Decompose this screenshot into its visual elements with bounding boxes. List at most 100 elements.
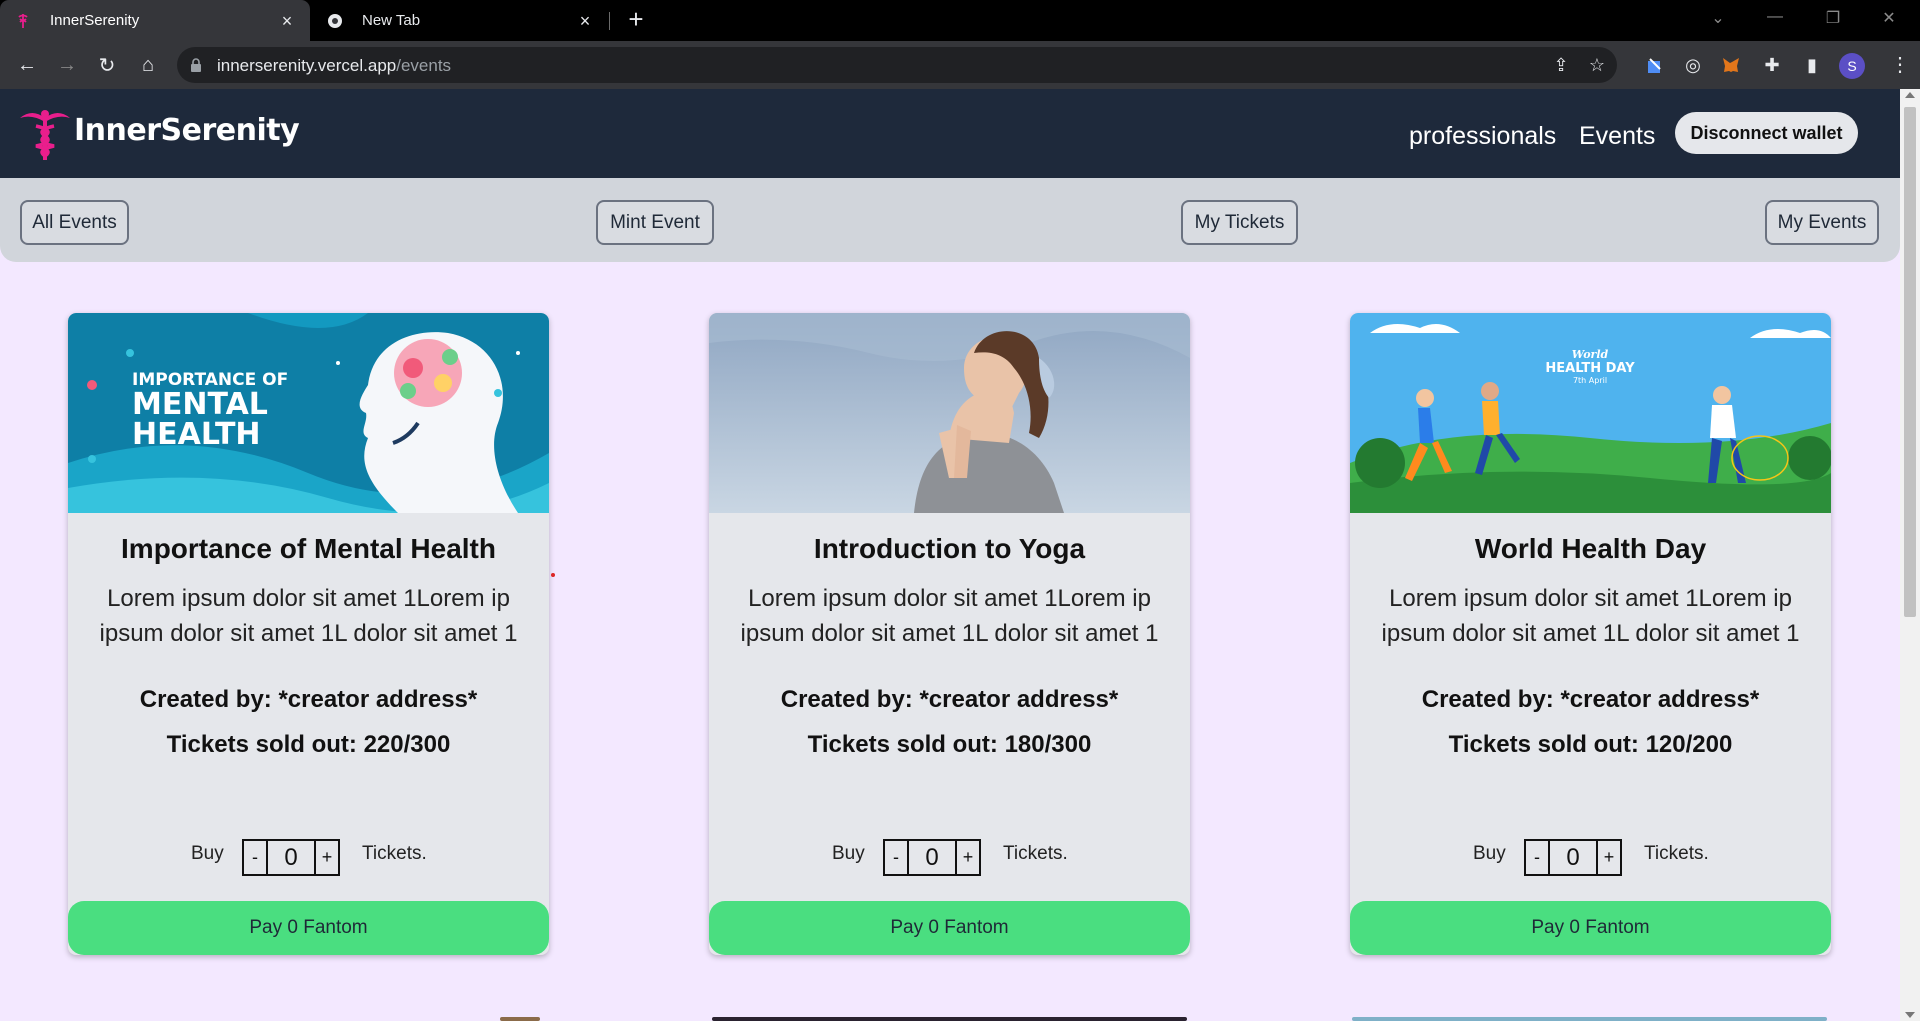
event-card: Introduction to Yoga Lorem ipsum dolor s… <box>709 313 1190 955</box>
reload-icon[interactable]: ↻ <box>95 53 119 77</box>
tickets-sold: Tickets sold out: 120/200 <box>1448 731 1733 758</box>
event-description-line: Lorem ipsum dolor sit amet 1Lorem ip <box>748 585 1151 612</box>
my-tickets-button[interactable]: My Tickets <box>1181 200 1298 245</box>
buy-label: Buy <box>1473 843 1506 864</box>
quantity-stepper: - 0 + <box>883 839 981 876</box>
share-icon[interactable]: ⇪ <box>1551 55 1571 75</box>
restore-icon[interactable]: ❐ <box>1822 8 1844 30</box>
pay-button[interactable]: Pay 0 Fantom <box>709 901 1190 955</box>
next-card-edge <box>712 1017 1187 1021</box>
profile-avatar[interactable]: S <box>1839 53 1865 79</box>
event-card: World HEALTH DAY 7th April World Health … <box>1350 313 1831 955</box>
scroll-thumb[interactable] <box>1904 107 1916 617</box>
close-tab-icon[interactable]: × <box>576 12 594 30</box>
event-description-line: ipsum dolor sit amet 1L dolor sit amet 1 <box>740 620 1159 647</box>
increment-button[interactable]: + <box>1596 841 1620 874</box>
tab-title: New Tab <box>362 12 421 29</box>
image-text-line3: HEALTH <box>132 417 261 452</box>
event-image-yoga <box>709 313 1190 513</box>
event-description-line: ipsum dolor sit amet 1L dolor sit amet 1 <box>1381 620 1800 647</box>
nav-link-events[interactable]: Events <box>1579 122 1655 151</box>
close-window-icon[interactable]: ✕ <box>1878 8 1900 30</box>
new-tab-icon[interactable]: + <box>624 6 648 32</box>
event-title: Introduction to Yoga <box>813 533 1086 564</box>
event-title: World Health Day <box>1474 533 1707 564</box>
events-subnav: All Events Mint Event My Tickets My Even… <box>0 178 1900 262</box>
url-text: innerserenity.vercel.app/events <box>217 56 451 76</box>
metamask-fox-icon[interactable] <box>1719 53 1743 77</box>
tickets-sold: Tickets sold out: 220/300 <box>166 731 451 758</box>
tab-title: InnerSerenity <box>50 12 140 29</box>
event-creator: Created by: *creator address* <box>139 686 478 713</box>
buy-label: Buy <box>191 843 224 864</box>
site-navbar: InnerSerenity professionals Events Disco… <box>0 89 1900 178</box>
my-events-button[interactable]: My Events <box>1765 200 1879 245</box>
url-path: /events <box>396 56 452 75</box>
mint-event-button[interactable]: Mint Event <box>596 200 714 245</box>
buy-row: Buy - 0 + Tickets. <box>68 835 549 876</box>
browser-toolbar: ← → ↻ ⌂ innerserenity.vercel.app/events … <box>0 41 1920 89</box>
browser-menu-icon[interactable]: ⋮ <box>1890 53 1910 77</box>
disconnect-wallet-button[interactable]: Disconnect wallet <box>1675 112 1858 154</box>
increment-button[interactable]: + <box>955 841 979 874</box>
decrement-button[interactable]: - <box>885 841 909 874</box>
url-host: innerserenity.vercel.app <box>217 56 397 75</box>
image-text-line2: HEALTH DAY <box>1545 361 1635 376</box>
target-extension-icon[interactable]: ◎ <box>1681 53 1705 77</box>
tickets-label: Tickets. <box>1644 843 1709 864</box>
all-events-button[interactable]: All Events <box>20 200 129 245</box>
bookmark-star-icon[interactable]: ☆ <box>1587 55 1607 75</box>
tab-new-tab[interactable]: New Tab × <box>312 0 608 41</box>
quantity-stepper: - 0 + <box>1524 839 1622 876</box>
buy-row: Buy - 0 + Tickets. <box>709 835 1190 876</box>
lock-icon[interactable] <box>189 57 205 73</box>
scroll-down-arrow-icon[interactable] <box>1905 1012 1915 1018</box>
extension-icon[interactable] <box>1644 53 1668 77</box>
quantity-value[interactable]: 0 <box>268 841 314 874</box>
brand-name[interactable]: InnerSerenity <box>74 113 300 148</box>
caduceus-logo-icon[interactable] <box>14 102 76 164</box>
event-title: Importance of Mental Health <box>121 533 496 564</box>
tab-search-icon[interactable]: ⌄ <box>1707 8 1729 30</box>
chrome-favicon-icon <box>326 12 344 30</box>
event-creator: Created by: *creator address* <box>780 686 1119 713</box>
buy-label: Buy <box>832 843 865 864</box>
increment-button[interactable]: + <box>314 841 338 874</box>
next-card-edge <box>500 1017 540 1021</box>
puzzle-extensions-icon[interactable]: ✚ <box>1760 53 1784 77</box>
event-description: Lorem ipsum dolor sit amet 1Lorem ip ips… <box>719 581 1180 651</box>
tab-innerserenity[interactable]: InnerSerenity × <box>0 0 310 41</box>
home-icon[interactable]: ⌂ <box>136 53 160 77</box>
event-image-world-health-day: World HEALTH DAY 7th April <box>1350 313 1831 513</box>
back-icon[interactable]: ← <box>15 53 39 77</box>
minimize-icon[interactable]: — <box>1764 8 1786 30</box>
pay-button[interactable]: Pay 0 Fantom <box>68 901 549 955</box>
event-description: Lorem ipsum dolor sit amet 1Lorem ip ips… <box>1360 581 1821 651</box>
scroll-up-arrow-icon[interactable] <box>1905 92 1915 98</box>
decrement-button[interactable]: - <box>1526 841 1550 874</box>
event-image-mental-health: IMPORTANCE OF MENTAL HEALTH <box>68 313 549 513</box>
close-tab-icon[interactable]: × <box>278 12 296 30</box>
event-description: Lorem ipsum dolor sit amet 1Lorem ip ips… <box>78 581 539 651</box>
event-description-line: Lorem ipsum dolor sit amet 1Lorem ip <box>1389 585 1792 612</box>
event-description-line: Lorem ipsum dolor sit amet 1Lorem ip <box>107 585 510 612</box>
event-card: IMPORTANCE OF MENTAL HEALTH Importance o… <box>68 313 549 955</box>
forward-icon[interactable]: → <box>55 53 79 77</box>
quantity-value[interactable]: 0 <box>1550 841 1596 874</box>
side-panel-icon[interactable]: ▮ <box>1800 53 1824 77</box>
browser-tab-bar: InnerSerenity × New Tab × + ⌄ — ❐ ✕ <box>0 0 1920 41</box>
page-content: InnerSerenity professionals Events Disco… <box>0 89 1900 1021</box>
decrement-button[interactable]: - <box>244 841 268 874</box>
nav-link-professionals[interactable]: professionals <box>1409 122 1556 151</box>
tickets-label: Tickets. <box>1003 843 1068 864</box>
image-text-line1: World <box>1572 348 1609 361</box>
quantity-stepper: - 0 + <box>242 839 340 876</box>
address-bar[interactable]: innerserenity.vercel.app/events ⇪ ☆ <box>177 47 1617 83</box>
pay-button[interactable]: Pay 0 Fantom <box>1350 901 1831 955</box>
event-creator: Created by: *creator address* <box>1421 686 1760 713</box>
page-scrollbar[interactable] <box>1900 89 1920 1021</box>
event-description-line: ipsum dolor sit amet 1L dolor sit amet 1 <box>99 620 518 647</box>
quantity-value[interactable]: 0 <box>909 841 955 874</box>
next-card-edge <box>1352 1017 1827 1021</box>
caduceus-favicon-icon <box>14 12 32 30</box>
